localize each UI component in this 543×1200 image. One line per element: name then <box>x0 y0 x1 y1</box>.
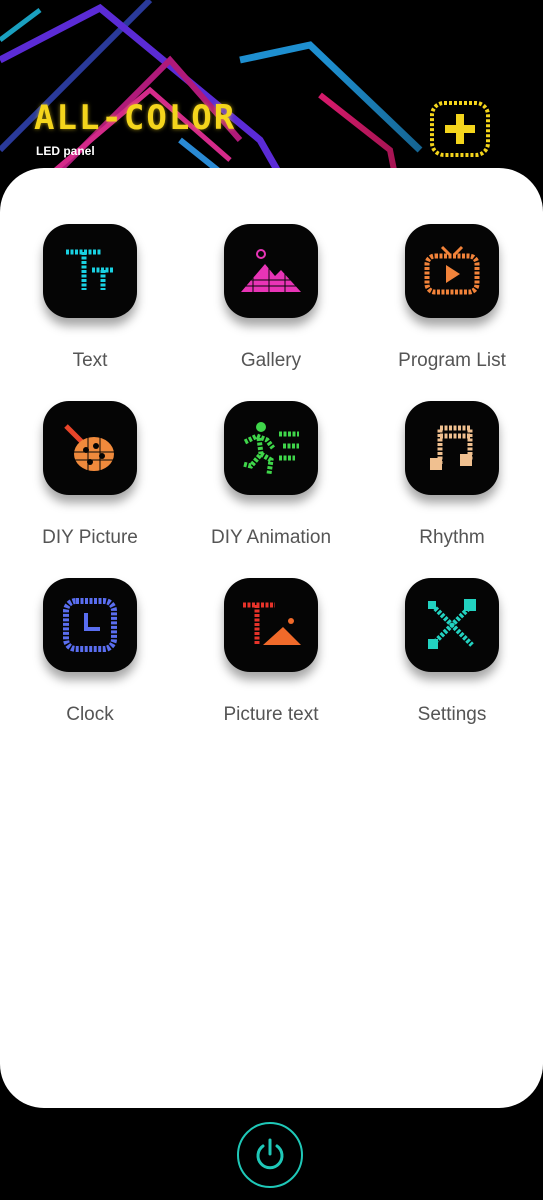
menu-item-program-list[interactable]: Program List <box>362 224 542 389</box>
clock-icon <box>43 578 137 672</box>
picture-text-icon <box>224 578 318 672</box>
menu-item-label: Gallery <box>240 350 302 371</box>
text-icon <box>43 224 137 318</box>
power-button[interactable] <box>237 1122 303 1188</box>
menu-item-settings[interactable]: Settings <box>362 578 542 743</box>
menu-item-label: Picture text <box>223 704 319 725</box>
app-subtitle: LED panel <box>36 144 95 158</box>
menu-item-label: Rhythm <box>419 527 485 548</box>
music-note-icon <box>405 401 499 495</box>
menu-item-clock[interactable]: Clock <box>0 578 180 743</box>
menu-item-label: Settings <box>417 704 487 725</box>
menu-item-label: DIY Picture <box>42 527 138 548</box>
menu-item-label: Text <box>72 350 108 371</box>
gallery-icon <box>224 224 318 318</box>
menu-item-diy-picture[interactable]: DIY Picture <box>0 401 180 566</box>
tv-icon <box>405 224 499 318</box>
menu-item-text[interactable]: Text <box>0 224 180 389</box>
running-man-icon <box>224 401 318 495</box>
add-program-button[interactable] <box>429 100 491 158</box>
tools-icon <box>405 578 499 672</box>
power-icon <box>256 1138 284 1170</box>
menu-item-diy-animation[interactable]: DIY Animation <box>181 401 361 566</box>
menu-item-gallery[interactable]: Gallery <box>181 224 361 389</box>
menu-item-rhythm[interactable]: Rhythm <box>362 401 542 566</box>
app-logo: ALL-COLOR <box>34 98 237 138</box>
menu-item-label: DIY Animation <box>210 527 332 548</box>
palette-icon <box>43 401 137 495</box>
menu-item-picture-text[interactable]: Picture text <box>181 578 361 743</box>
add-program-icon <box>430 101 490 157</box>
app-screen: ALL-COLOR LED panel Text Gallery Program… <box>0 0 543 1200</box>
menu-item-label: Clock <box>66 704 114 725</box>
menu-item-label: Program List <box>398 350 506 371</box>
